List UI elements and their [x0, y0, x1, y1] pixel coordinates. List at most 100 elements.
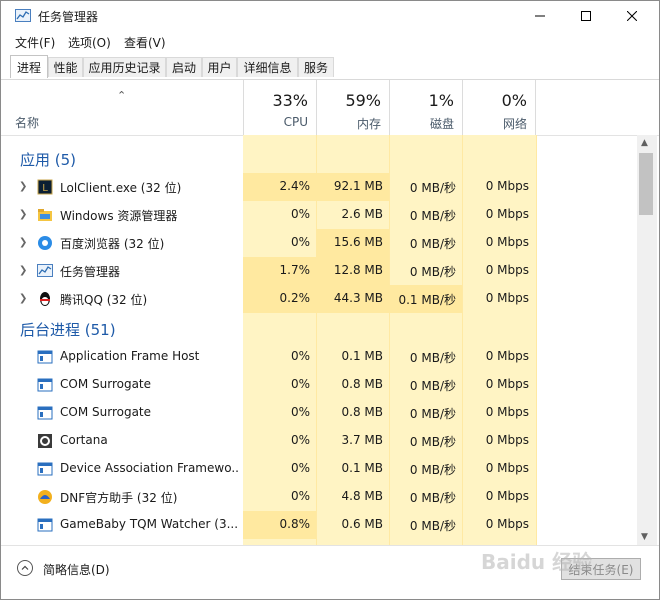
- process-row[interactable]: Application Frame Host 0% 0.1 MB 0 MB/秒 0 Mb…: [1, 343, 637, 371]
- tab-startup[interactable]: 启动: [166, 57, 202, 77]
- process-network: 0 Mbps: [485, 405, 529, 419]
- tab-strip: 进程 性能 应用历史记录 启动 用户 详细信息 服务: [1, 55, 659, 80]
- process-list: 应用 (5) ❯ L LolClient.exe (32 位) 2.4% 92.1 MB 0…: [1, 135, 637, 545]
- vertical-scrollbar[interactable]: ▲ ▼: [637, 135, 657, 545]
- process-disk: 0 MB/秒: [409, 181, 456, 195]
- process-memory: 0.1 MB: [341, 461, 383, 475]
- expand-chevron-icon[interactable]: ❯: [19, 293, 27, 304]
- process-memory: 92.1 MB: [333, 179, 383, 193]
- league-icon: L: [37, 179, 53, 195]
- process-memory: 4.8 MB: [341, 489, 383, 503]
- disk-label: 磁盘: [429, 117, 454, 131]
- menu-options[interactable]: 选项(O): [68, 34, 111, 51]
- process-disk: 0 MB/秒: [409, 265, 456, 279]
- process-name: GameBaby TQM Watcher (3...: [60, 517, 238, 531]
- close-button[interactable]: [609, 1, 655, 31]
- tab-processes[interactable]: 进程: [10, 55, 48, 78]
- process-cpu: 0%: [290, 377, 310, 391]
- menu-view[interactable]: 查看(V): [124, 34, 166, 51]
- process-row[interactable]: Cortana 0% 3.7 MB 0 MB/秒 0 Mbps: [1, 427, 637, 455]
- process-row[interactable]: DNF官方助手 (32 位) 0% 4.8 MB 0 MB/秒 0 Mbps: [1, 483, 637, 511]
- column-network-header[interactable]: 0% 网络: [462, 80, 536, 135]
- process-network: 0 Mbps: [485, 291, 529, 305]
- expand-chevron-icon[interactable]: ❯: [19, 237, 27, 248]
- network-label: 网络: [502, 117, 527, 131]
- maximize-button[interactable]: [563, 1, 609, 31]
- process-cpu: 0.2%: [279, 291, 311, 305]
- process-cpu: 0.8%: [279, 517, 311, 531]
- close-icon: [627, 11, 637, 21]
- footer-bar: 简略信息(D) 结束任务(E) Baidu 经验: [1, 545, 659, 599]
- process-row[interactable]: ❯ L LolClient.exe (32 位) 2.4% 92.1 MB 0 MB/秒 0…: [1, 173, 637, 201]
- minimize-button[interactable]: [517, 1, 563, 31]
- column-cpu-header[interactable]: 33% CPU: [243, 80, 316, 135]
- column-name-header[interactable]: 名称: [15, 114, 39, 131]
- maximize-icon: [581, 11, 591, 21]
- cortana-icon: [38, 434, 52, 448]
- process-disk: 0 MB/秒: [409, 351, 456, 365]
- process-network: 0 Mbps: [485, 179, 529, 193]
- process-row[interactable]: ❯ 任务管理器 1.7% 12.8 MB 0 MB/秒 0 Mbps: [1, 257, 637, 285]
- process-name: DNF官方助手 (32 位): [60, 491, 178, 505]
- process-row[interactable]: COM Surrogate 0% 0.8 MB 0 MB/秒 0 Mbps: [1, 399, 637, 427]
- process-network: 0 Mbps: [485, 461, 529, 475]
- task-manager-icon: [15, 9, 31, 22]
- qq-penguin-icon: [40, 292, 50, 306]
- process-memory: 0.8 MB: [341, 405, 383, 419]
- process-disk: 0 MB/秒: [409, 463, 456, 477]
- process-memory: 0.6 MB: [341, 517, 383, 531]
- process-name: 任务管理器: [60, 265, 121, 279]
- collapse-chevron-icon[interactable]: [17, 560, 33, 576]
- process-memory: 2.6 MB: [341, 207, 383, 221]
- task-manager-window: 任务管理器 文件(F) 选项(O) 查看(V) 进程 性能 应用历史记录 启动 …: [0, 0, 660, 600]
- process-network: 0 Mbps: [485, 207, 529, 221]
- process-network: 0 Mbps: [485, 377, 529, 391]
- svg-text:L: L: [42, 183, 48, 194]
- process-disk: 0.1 MB/秒: [398, 293, 456, 307]
- baidu-browser-icon: [38, 236, 52, 250]
- process-row[interactable]: ❯ 腾讯QQ (32 位) 0.2% 44.3 MB 0.1 MB/秒 0 Mbps: [1, 285, 637, 313]
- process-network: 0 Mbps: [485, 349, 529, 363]
- memory-label: 内存: [356, 117, 381, 131]
- tab-details[interactable]: 详细信息: [237, 57, 298, 77]
- process-disk: 0 MB/秒: [409, 435, 456, 449]
- app-window-icon: [37, 406, 53, 420]
- network-total-percent: 0%: [501, 91, 527, 110]
- scrollbar-thumb[interactable]: [639, 153, 653, 215]
- scroll-down-icon[interactable]: ▼: [641, 532, 648, 542]
- cpu-total-percent: 33%: [272, 91, 308, 110]
- tab-services[interactable]: 服务: [298, 57, 334, 77]
- tab-app-history[interactable]: 应用历史记录: [83, 57, 166, 77]
- process-row[interactable]: ❯ Windows 资源管理器 0% 2.6 MB 0 MB/秒 0 Mbps: [1, 201, 637, 229]
- process-cpu: 0%: [290, 405, 310, 419]
- minimize-icon: [535, 15, 545, 17]
- process-cpu: 0%: [290, 489, 310, 503]
- column-disk-header[interactable]: 1% 磁盘: [389, 80, 462, 135]
- tab-users[interactable]: 用户: [202, 57, 237, 77]
- folder-icon: [38, 209, 52, 221]
- process-row[interactable]: COM Surrogate 0% 0.8 MB 0 MB/秒 0 Mbps: [1, 371, 637, 399]
- expand-chevron-icon[interactable]: ❯: [19, 181, 27, 192]
- app-window-icon: [37, 378, 53, 392]
- scroll-up-icon[interactable]: ▲: [641, 138, 648, 148]
- fewer-details-link[interactable]: 简略信息(D): [43, 561, 110, 578]
- process-row[interactable]: GameBaby TQM Watcher (3... 0.8% 0.6 MB 0 MB…: [1, 511, 637, 539]
- process-cpu: 0%: [290, 433, 310, 447]
- process-disk: 0 MB/秒: [409, 209, 456, 223]
- app-window-icon: [37, 350, 53, 364]
- title-bar[interactable]: 任务管理器: [1, 1, 659, 31]
- process-row[interactable]: ❯ 百度浏览器 (32 位) 0% 15.6 MB 0 MB/秒 0 Mbps: [1, 229, 637, 257]
- group-background-heading: 后台进程 (51): [20, 321, 116, 339]
- process-row[interactable]: Device Association Framewo... 0% 0.1 MB 0 M…: [1, 455, 637, 483]
- process-disk: 0 MB/秒: [409, 379, 456, 393]
- process-cpu: 0%: [290, 235, 310, 249]
- expand-chevron-icon[interactable]: ❯: [19, 209, 27, 220]
- tab-performance[interactable]: 性能: [48, 57, 83, 77]
- column-memory-header[interactable]: 59% 内存: [316, 80, 389, 135]
- process-cpu: 0%: [290, 349, 310, 363]
- process-network: 0 Mbps: [485, 489, 529, 503]
- process-memory: 0.8 MB: [341, 377, 383, 391]
- process-memory: 44.3 MB: [333, 291, 383, 305]
- menu-file[interactable]: 文件(F): [15, 34, 55, 51]
- expand-chevron-icon[interactable]: ❯: [19, 265, 27, 276]
